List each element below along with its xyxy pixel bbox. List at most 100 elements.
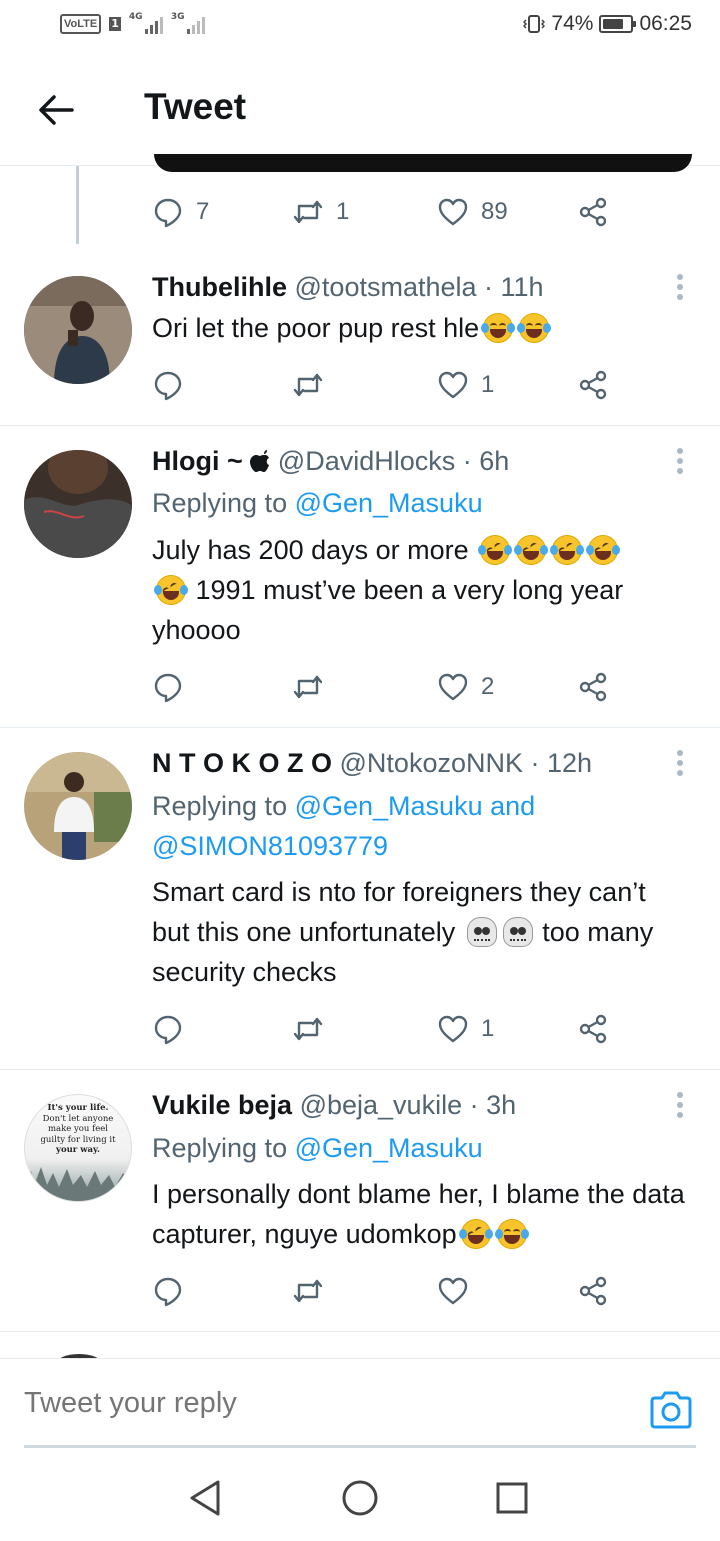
next-tweet-partial[interactable] [0,1332,720,1358]
retweet-button[interactable] [292,1271,324,1311]
more-options-icon[interactable] [672,1092,688,1122]
reply-tweet[interactable]: N T O K O Z O @NtokozoNNK · 12h Replying… [0,728,720,1070]
replying-prefix: Replying to [152,1133,295,1163]
heart-icon [437,1275,469,1307]
handle[interactable]: @beja_vukile [300,1090,463,1120]
camera-icon[interactable] [648,1387,694,1433]
tweet-actions: 2 [152,667,622,707]
share-icon [577,1275,609,1307]
mention-link[interactable]: @Gen_Masuku [295,1133,483,1163]
display-name[interactable]: Vukile beja [152,1090,292,1120]
back-arrow-icon[interactable] [36,90,76,130]
tweet-text-body: I personally dont blame her, I blame the… [152,1179,685,1249]
reply-tweet[interactable]: Thubelihle @tootsmathela · 11h Ori let t… [0,252,720,426]
tweet-text-body: 1991 must’ve been a very long year yhooo… [152,575,624,645]
retweet-button[interactable] [292,1009,324,1049]
reply-button[interactable] [152,1271,184,1311]
display-name[interactable]: Hlogi ~ [152,446,250,476]
share-button[interactable] [577,192,609,232]
battery-percent: 74% [551,12,594,35]
tweet-actions: 1 [152,365,622,405]
share-icon [577,369,609,401]
replying-to: Replying to @Gen_Masuku [152,1128,672,1168]
clock: 06:25 [639,12,692,35]
share-button[interactable] [577,1271,609,1311]
reply-tweet[interactable]: Hlogi ~ @DavidHlocks · 6h Replying to @G… [0,426,720,728]
like-button[interactable] [437,1271,481,1311]
reply-button[interactable] [152,1009,184,1049]
avatar[interactable]: It's your life. Don't let anyone make yo… [24,1094,132,1202]
heart-icon [437,671,469,703]
avatar-quote-line: your way. [56,1145,100,1155]
nav-recents-icon[interactable] [492,1478,532,1518]
parent-tweet-actions: 7 1 89 [152,192,622,232]
net1-label: 4G [128,12,143,22]
status-bar: VoLTE 1 4G 3G 74% 06:25 [0,0,720,56]
avatar-quote-line: make you feel [47,1124,109,1134]
rofl-emoji [546,529,588,571]
tweet-actions: 1 [152,1009,622,1049]
more-options-icon[interactable] [672,448,688,478]
share-button[interactable] [577,1009,609,1049]
timestamp: · 3h [469,1090,517,1120]
handle[interactable]: @DavidHlocks [278,446,455,476]
display-name[interactable]: Thubelihle [152,272,287,302]
replying-prefix: Replying to [152,791,295,821]
avatar-photo [24,450,132,558]
retweet-count: 1 [336,198,350,225]
timestamp: · 11h [484,272,544,302]
tweet-header: Vukile beja @beja_vukile · 3h [152,1090,516,1121]
tweet-text: July has 200 days or more 1991 must’ve b… [150,529,692,650]
timestamp: · 6h [462,446,510,476]
tweet-header: N T O K O Z O @NtokozoNNK · 12h [152,748,592,779]
retweet-icon [292,196,324,228]
reply-button[interactable]: 7 [152,192,209,232]
like-button[interactable]: 1 [437,365,494,405]
more-options-icon[interactable] [672,750,688,780]
reply-input-underline [24,1445,696,1448]
like-button[interactable]: 89 [437,192,508,232]
mention-link[interactable]: @Gen_Masuku [295,488,483,518]
skull-emoji [501,917,535,947]
reply-icon [152,1013,184,1045]
retweet-button[interactable] [292,667,324,707]
handle[interactable]: @NtokozoNNK [340,748,523,778]
like-button[interactable]: 1 [437,1009,494,1049]
reply-icon [152,671,184,703]
like-count: 1 [481,1015,495,1042]
avatar[interactable] [24,276,132,384]
share-button[interactable] [577,365,609,405]
like-count: 89 [481,198,508,225]
skull-emoji [465,917,499,947]
retweet-button[interactable] [292,365,324,405]
reply-count: 7 [196,198,210,225]
replying-to: Replying to @Gen_Masuku and @SIMON810937… [152,786,612,866]
display-name[interactable]: N T O K O Z O [152,748,332,778]
joy-emoji [517,313,552,343]
avatar[interactable] [24,752,132,860]
reply-input[interactable] [24,1387,584,1420]
more-options-icon[interactable] [672,274,688,304]
avatar-quote-line: guilty for living it [40,1134,116,1145]
net2-label: 3G [170,12,185,22]
avatar[interactable] [24,450,132,558]
tree-silhouette [25,1167,131,1201]
tweet-header: Hlogi ~ @DavidHlocks · 6h [152,446,509,477]
retweet-button[interactable]: 1 [292,192,349,232]
share-button[interactable] [577,667,609,707]
reply-button[interactable] [152,365,184,405]
like-count: 1 [481,371,495,398]
nav-back-icon[interactable] [186,1478,226,1518]
tweet-actions [152,1271,622,1311]
heart-icon [437,196,469,228]
tweet-text: I personally dont blame her, I blame the… [152,1174,692,1255]
reply-icon [152,369,184,401]
nav-home-icon[interactable] [340,1478,380,1518]
like-button[interactable]: 2 [437,667,494,707]
network-indicators: VoLTE 1 4G 3G [60,12,205,34]
parent-tweet-media[interactable] [154,154,692,172]
reply-button[interactable] [152,667,184,707]
thread-connector [76,166,79,244]
handle[interactable]: @tootsmathela [295,272,477,302]
reply-tweet[interactable]: It's your life. Don't let anyone make yo… [0,1070,720,1332]
